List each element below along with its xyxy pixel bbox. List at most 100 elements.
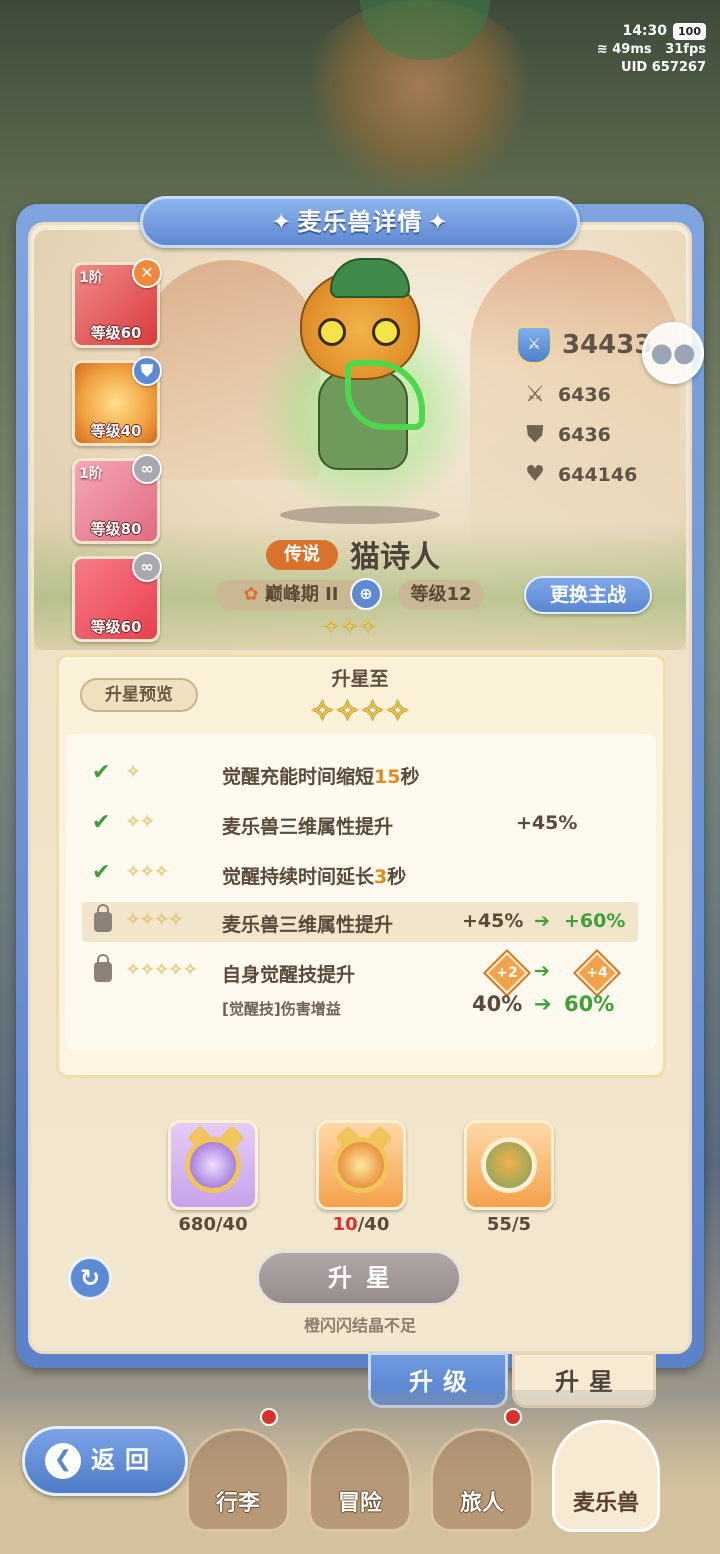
nav-item-traveler[interactable]: 旅人 <box>430 1428 534 1532</box>
chat-icon[interactable]: ●● <box>642 322 704 384</box>
zoom-icon[interactable]: ⊕ <box>350 578 382 610</box>
row-desc: 觉醒持续时间延长3秒 <box>222 862 406 889</box>
nav-item-adventure[interactable]: 冒险 <box>308 1428 412 1532</box>
character-eye <box>372 318 400 346</box>
stage-text: 巅峰期 II <box>264 584 339 605</box>
rarity-badge: 传说 <box>266 540 338 570</box>
nav-label: 旅人 <box>459 1491 504 1516</box>
hp-value: 644146 <box>558 464 638 486</box>
card-tier: 1阶 <box>79 466 103 482</box>
material-need: /40 <box>357 1214 390 1235</box>
cat-poet-icon <box>481 1137 537 1193</box>
row-value-from: 40% <box>472 992 523 1016</box>
swords-icon: ⚔ <box>525 382 545 407</box>
row-desc-number: 3 <box>374 866 388 888</box>
material-pet-shard[interactable] <box>464 1120 554 1210</box>
title-banner: ✦ 麦乐兽详情 ✦ <box>140 196 580 248</box>
power-shield-icon: ⚔ <box>516 326 552 364</box>
arrow-right-icon: ➔ <box>534 910 550 932</box>
row-value-from: +45% <box>462 910 524 932</box>
uid-text: UID 657267 <box>621 60 706 75</box>
row-stars: ✧✧✧✧ <box>126 910 183 930</box>
card-level: 等级80 <box>90 520 142 538</box>
flower-icon: ✿ <box>243 584 259 605</box>
row-stars: ✧✧✧ <box>126 862 169 882</box>
row-desc: 自身觉醒技提升 <box>222 964 356 986</box>
wifi-icon: ≋ <box>596 42 608 57</box>
current-stars: ✧✧✧ <box>322 614 378 639</box>
nav-label: 麦乐兽 <box>572 1491 639 1516</box>
bonus-row: ✔ ✧ 觉醒充能时间缩短15秒 <box>82 754 638 794</box>
row-desc: 麦乐兽三维属性提升 <box>222 914 394 936</box>
bonus-row: ✔ ✧✧✧ 觉醒持续时间延长3秒 <box>82 854 638 894</box>
row-desc-unit: 秒 <box>400 766 420 788</box>
close-icon: ✕ <box>132 258 162 288</box>
bonus-row: ✔ ✧✧ 麦乐兽三维属性提升 +45% <box>82 804 638 844</box>
row-desc-text: 觉醒持续时间延长 <box>222 866 375 888</box>
lock-icon <box>94 904 112 932</box>
back-label: 返回 <box>91 1446 159 1474</box>
insufficient-warning: 橙闪闪结晶不足 <box>303 1316 416 1335</box>
row-desc: 觉醒充能时间缩短15秒 <box>222 762 419 789</box>
clock: 14:30 <box>622 23 668 39</box>
check-icon: ✔ <box>92 760 111 785</box>
heart-icon: ♥ <box>525 462 545 487</box>
bonus-row: ✧✧✧✧✧ 自身觉醒技提升 +2 ➔ +4 <box>82 951 638 995</box>
badge-text: +2 <box>496 965 518 981</box>
material-have: 10 <box>332 1214 358 1235</box>
material-purple-crystal[interactable] <box>168 1120 258 1210</box>
battery-indicator: 100 <box>673 23 706 40</box>
material-need: /5 <box>511 1214 532 1235</box>
check-icon: ✔ <box>92 810 111 835</box>
star-up-button[interactable]: 升星 <box>256 1250 462 1306</box>
back-button[interactable]: ❮ 返回 <box>22 1426 188 1496</box>
material-count: 680/40 <box>158 1214 268 1235</box>
upgrade-target-label: 升星至 <box>331 668 389 690</box>
sparkle-icon: ✦ <box>427 208 449 236</box>
check-icon: ✔ <box>92 860 111 885</box>
row-value-to: 60% <box>564 992 615 1016</box>
stage-pill: ✿ 巅峰期 II <box>216 580 366 610</box>
character-name: 猫诗人 <box>350 540 440 575</box>
shield-icon: ⛊ <box>132 356 162 386</box>
lock-icon <box>94 954 112 982</box>
attack-stat: ⚔ 6436 <box>520 380 611 410</box>
row-desc-text: 觉醒充能时间缩短 <box>222 766 375 788</box>
row-stars: ✧ <box>126 762 141 782</box>
nav-label: 冒险 <box>337 1491 382 1516</box>
combat-power: 34433 <box>562 330 653 360</box>
nav-item-pets[interactable]: 麦乐兽 <box>552 1420 660 1532</box>
attack-value: 6436 <box>558 384 611 406</box>
fps-text: 31fps <box>665 42 706 57</box>
character-shadow <box>280 506 440 524</box>
material-count: 10/40 <box>306 1214 416 1235</box>
row-stars: ✧✧ <box>126 812 155 832</box>
shield-icon: ⛊ <box>526 422 544 447</box>
refresh-icon[interactable]: ↻ <box>68 1256 112 1300</box>
defense-stat: ⛊ 6436 <box>520 420 611 450</box>
card-level: 等级40 <box>90 422 142 440</box>
hp-stat: ♥ 644146 <box>520 460 637 490</box>
defense-value: 6436 <box>558 424 611 446</box>
row-desc: 麦乐兽三维属性提升 <box>222 816 394 838</box>
notification-dot <box>260 1408 278 1426</box>
card-level: 等级60 <box>90 324 142 342</box>
row-stars: ✧✧✧✧✧ <box>126 960 198 980</box>
orb-icon <box>185 1137 241 1193</box>
row-desc-number: 15 <box>374 766 401 788</box>
star-preview-tag: 升星预览 <box>80 678 198 712</box>
bonus-row-next: ✧✧✧✧ 麦乐兽三维属性提升 +45% ➔ +60% <box>82 902 638 942</box>
page-title: 麦乐兽详情 <box>297 208 423 236</box>
link-icon: ∞ <box>132 454 162 484</box>
target-stars: ✧✧✧✧ <box>309 694 411 729</box>
switch-main-button[interactable]: 更换主战 <box>524 576 652 614</box>
row-desc-unit: 秒 <box>387 866 407 888</box>
notification-dot <box>504 1408 522 1426</box>
orb-icon <box>333 1137 389 1193</box>
bonus-value-row: 40% ➔ 60% <box>82 988 638 1028</box>
nav-item-luggage[interactable]: 行李 <box>186 1428 290 1532</box>
link-icon: ∞ <box>132 552 162 582</box>
card-tier: 1阶 <box>79 270 103 286</box>
row-value-to: +60% <box>564 910 626 932</box>
material-orange-crystal[interactable] <box>316 1120 406 1210</box>
